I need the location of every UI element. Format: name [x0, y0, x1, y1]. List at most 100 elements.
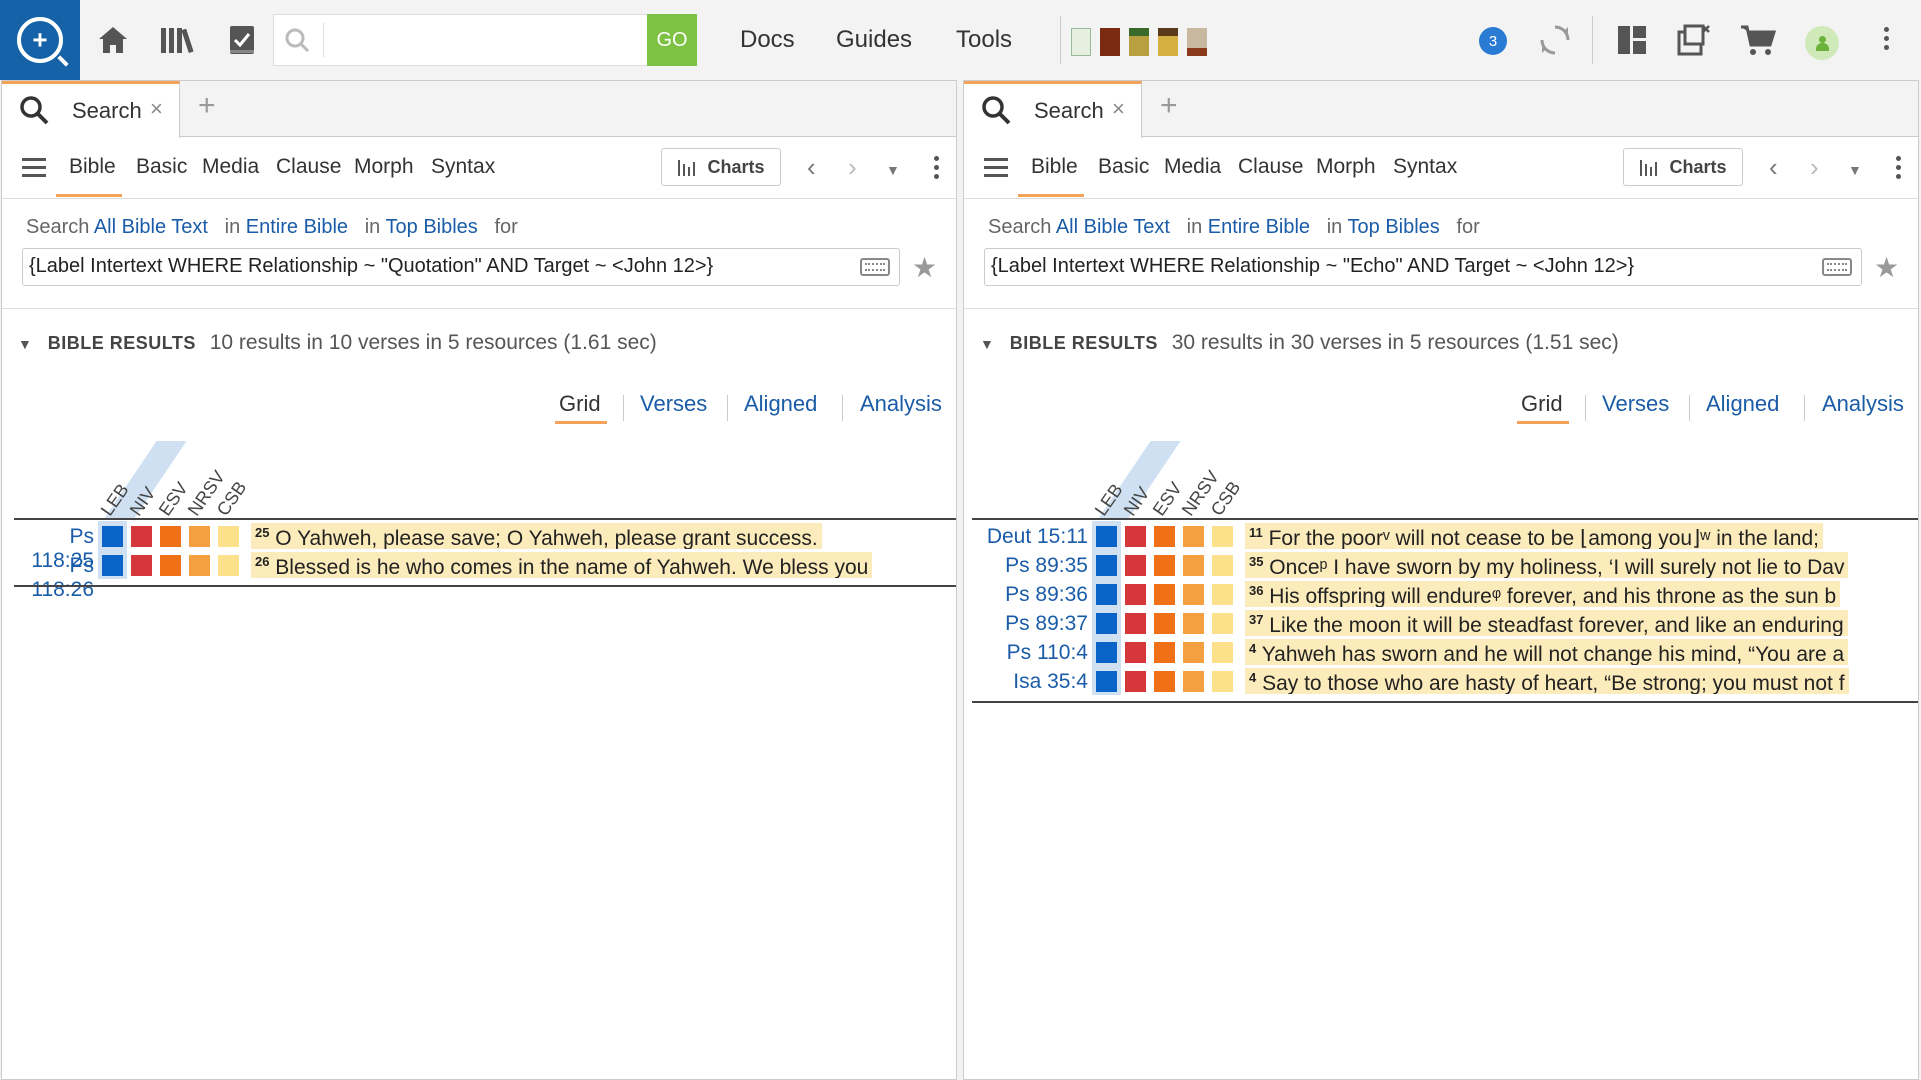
- user-avatar[interactable]: [1805, 26, 1839, 60]
- hit-cell-nrsv[interactable]: [1183, 555, 1204, 576]
- hit-cell-nrsv[interactable]: [1183, 671, 1204, 692]
- hit-cell-niv[interactable]: [131, 526, 152, 547]
- cart-icon[interactable]: [1738, 20, 1778, 60]
- keyboard-icon[interactable]: [860, 258, 890, 276]
- forward-arrow-icon[interactable]: ›: [848, 152, 857, 183]
- subtab-basic[interactable]: Basic: [136, 155, 187, 179]
- charts-button[interactable]: Charts: [661, 148, 781, 186]
- subtab-media[interactable]: Media: [202, 155, 259, 179]
- verse-reference-link[interactable]: Ps 89:35: [1005, 554, 1088, 578]
- view-analysis[interactable]: Analysis: [1822, 391, 1904, 417]
- view-aligned[interactable]: Aligned: [744, 391, 817, 417]
- hit-cell-esv[interactable]: [1154, 642, 1175, 663]
- hit-cell-leb[interactable]: [1096, 526, 1117, 547]
- scope-range-link[interactable]: Entire Bible: [1208, 216, 1310, 238]
- panel-menu-icon[interactable]: [984, 158, 1008, 182]
- verse-text[interactable]: 4 Say to those who are hasty of heart, “…: [1245, 668, 1849, 694]
- hit-cell-csb[interactable]: [1212, 642, 1233, 663]
- verse-reference-link[interactable]: Ps 89:36: [1005, 583, 1088, 607]
- nav-guides[interactable]: Guides: [836, 26, 912, 54]
- view-verses[interactable]: Verses: [1602, 391, 1669, 417]
- hit-cell-nrsv[interactable]: [189, 526, 210, 547]
- subtab-bible[interactable]: Bible: [1031, 155, 1078, 179]
- query-input[interactable]: {Label Intertext WHERE Relationship ~ "Q…: [22, 248, 900, 286]
- subtab-syntax[interactable]: Syntax: [1393, 155, 1457, 179]
- view-grid[interactable]: Grid: [559, 391, 601, 417]
- close-tab-icon[interactable]: ×: [1112, 96, 1125, 122]
- layouts-icon[interactable]: [1612, 20, 1652, 60]
- hit-cell-esv[interactable]: [1154, 671, 1175, 692]
- query-input[interactable]: {Label Intertext WHERE Relationship ~ "E…: [984, 248, 1862, 286]
- documents-checklist-icon[interactable]: [222, 20, 262, 60]
- panel-more-icon[interactable]: [1896, 156, 1902, 183]
- scope-collection-link[interactable]: Top Bibles: [1348, 216, 1440, 238]
- nav-tools[interactable]: Tools: [956, 26, 1012, 54]
- hit-cell-csb[interactable]: [1212, 671, 1233, 692]
- panel-menu-icon[interactable]: [22, 158, 46, 182]
- resource-thumbnail[interactable]: [1071, 28, 1091, 56]
- hit-cell-niv[interactable]: [1125, 555, 1146, 576]
- hit-cell-esv[interactable]: [1154, 555, 1175, 576]
- more-menu-icon[interactable]: [1867, 20, 1907, 60]
- resource-thumbnail[interactable]: [1187, 28, 1207, 56]
- add-tab-button[interactable]: +: [1160, 89, 1178, 123]
- history-dropdown-icon[interactable]: ▼: [886, 162, 900, 178]
- verse-text[interactable]: 4 Yahweh has sworn and he will not chang…: [1245, 639, 1849, 665]
- column-header-esv[interactable]: ESV: [155, 478, 193, 520]
- verse-text[interactable]: 35 Onceᵖ I have sworn by my holiness, ‘I…: [1245, 552, 1849, 578]
- verse-reference-link[interactable]: Deut 15:11: [987, 525, 1088, 549]
- logos-logo-button[interactable]: +: [0, 0, 80, 80]
- view-verses[interactable]: Verses: [640, 391, 707, 417]
- forward-arrow-icon[interactable]: ›: [1810, 152, 1819, 183]
- view-analysis[interactable]: Analysis: [860, 391, 942, 417]
- subtab-morph[interactable]: Morph: [1316, 155, 1376, 179]
- subtab-clause[interactable]: Clause: [1238, 155, 1303, 179]
- nav-docs[interactable]: Docs: [740, 26, 795, 54]
- verse-reference-link[interactable]: Isa 35:4: [1013, 670, 1088, 694]
- hit-cell-leb[interactable]: [1096, 671, 1117, 692]
- hit-cell-csb[interactable]: [1212, 584, 1233, 605]
- subtab-bible[interactable]: Bible: [69, 155, 116, 179]
- tab-search[interactable]: Search ×: [964, 81, 1142, 138]
- hit-cell-nrsv[interactable]: [189, 555, 210, 576]
- hit-cell-csb[interactable]: [1212, 555, 1233, 576]
- verse-text[interactable]: 26 Blessed is he who comes in the name o…: [251, 552, 873, 578]
- hit-cell-nrsv[interactable]: [1183, 526, 1204, 547]
- verse-reference-link[interactable]: Ps 118:26: [2, 554, 94, 602]
- view-aligned[interactable]: Aligned: [1706, 391, 1779, 417]
- hit-cell-csb[interactable]: [218, 526, 239, 547]
- hit-cell-leb[interactable]: [1096, 555, 1117, 576]
- view-grid[interactable]: Grid: [1521, 391, 1563, 417]
- charts-button[interactable]: Charts: [1623, 148, 1743, 186]
- hit-cell-leb[interactable]: [102, 555, 123, 576]
- hit-cell-niv[interactable]: [1125, 671, 1146, 692]
- scope-collection-link[interactable]: Top Bibles: [386, 216, 478, 238]
- hit-cell-niv[interactable]: [1125, 526, 1146, 547]
- favorite-star-icon[interactable]: ★: [1874, 251, 1899, 284]
- resource-thumbnail[interactable]: [1100, 28, 1120, 56]
- hit-cell-nrsv[interactable]: [1183, 584, 1204, 605]
- verse-reference-link[interactable]: Ps 89:37: [1005, 612, 1088, 636]
- scope-range-link[interactable]: Entire Bible: [246, 216, 348, 238]
- hit-cell-nrsv[interactable]: [1183, 613, 1204, 634]
- subtab-basic[interactable]: Basic: [1098, 155, 1149, 179]
- hit-cell-esv[interactable]: [160, 526, 181, 547]
- hit-cell-niv[interactable]: [1125, 613, 1146, 634]
- tab-search[interactable]: Search ×: [2, 81, 180, 138]
- hit-cell-niv[interactable]: [1125, 584, 1146, 605]
- subtab-syntax[interactable]: Syntax: [431, 155, 495, 179]
- verse-reference-link[interactable]: Ps 110:4: [1007, 641, 1088, 665]
- close-tab-icon[interactable]: ×: [150, 96, 163, 122]
- hit-cell-csb[interactable]: [218, 555, 239, 576]
- notification-badge[interactable]: 3: [1479, 27, 1507, 55]
- column-header-esv[interactable]: ESV: [1149, 478, 1187, 520]
- hit-cell-leb[interactable]: [1096, 584, 1117, 605]
- favorite-star-icon[interactable]: ★: [912, 251, 937, 284]
- keyboard-icon[interactable]: [1822, 258, 1852, 276]
- hit-cell-csb[interactable]: [1212, 613, 1233, 634]
- back-arrow-icon[interactable]: ‹: [807, 152, 816, 183]
- verse-text[interactable]: 11 For the poorᵛ will not cease to be ⌊a…: [1245, 523, 1823, 549]
- collapse-triangle-icon[interactable]: ▼: [980, 336, 994, 352]
- scope-bible-text-link[interactable]: All Bible Text: [94, 216, 208, 238]
- hit-cell-leb[interactable]: [102, 526, 123, 547]
